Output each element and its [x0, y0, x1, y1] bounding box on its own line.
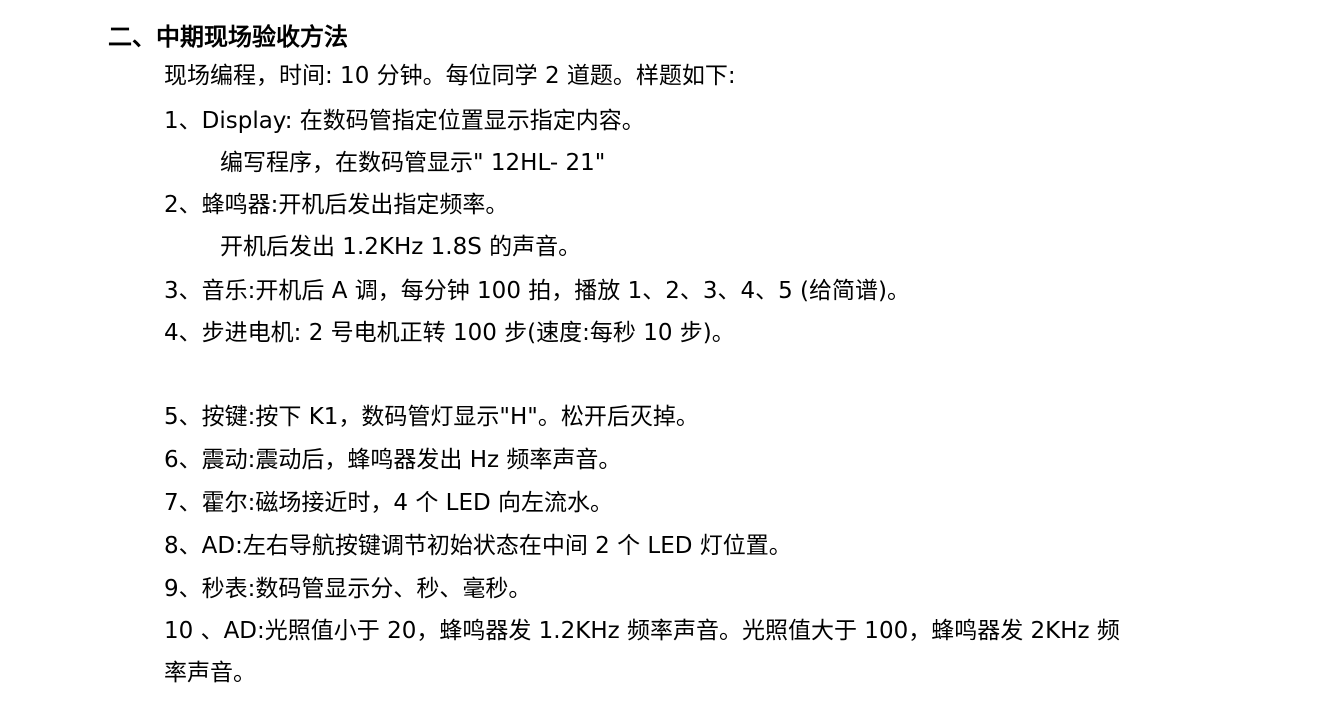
list-item: 7、霍尔:磁场接近时，4 个 LED 向左流水。 — [164, 490, 614, 516]
list-item: 10 、AD:光照值小于 20，蜂鸣器发 1.2KHz 频率声音。光照值大于 1… — [164, 618, 1120, 644]
list-item: 2、蜂鸣器:开机后发出指定频率。 — [164, 192, 509, 218]
document-page: 二、中期现场验收方法 现场编程，时间: 10 分钟。每位同学 2 道题。样题如下… — [0, 0, 1324, 718]
list-item-detail: 开机后发出 1.2KHz 1.8S 的声音。 — [220, 234, 582, 260]
intro-line: 现场编程，时间: 10 分钟。每位同学 2 道题。样题如下: — [164, 63, 736, 89]
list-item: 1、Display: 在数码管指定位置显示指定内容。 — [164, 108, 645, 134]
list-item-continuation: 率声音。 — [164, 660, 256, 686]
list-item: 9、秒表:数码管显示分、秒、毫秒。 — [164, 576, 532, 602]
list-item: 3、音乐:开机后 A 调，每分钟 100 拍，播放 1、2、3、4、5 (给简谱… — [164, 278, 910, 304]
list-item: 8、AD:左右导航按键调节初始状态在中间 2 个 LED 灯位置。 — [164, 533, 792, 559]
list-item-detail: 编写程序，在数码管显示" 12HL- 21" — [220, 150, 606, 176]
list-item: 6、震动:震动后，蜂鸣器发出 Hz 频率声音。 — [164, 447, 622, 473]
list-item: 4、步进电机: 2 号电机正转 100 步(速度:每秒 10 步)。 — [164, 320, 735, 346]
list-item: 5、按键:按下 K1，数码管灯显示"H"。松开后灭掉。 — [164, 404, 699, 430]
section-heading: 二、中期现场验收方法 — [108, 23, 348, 51]
